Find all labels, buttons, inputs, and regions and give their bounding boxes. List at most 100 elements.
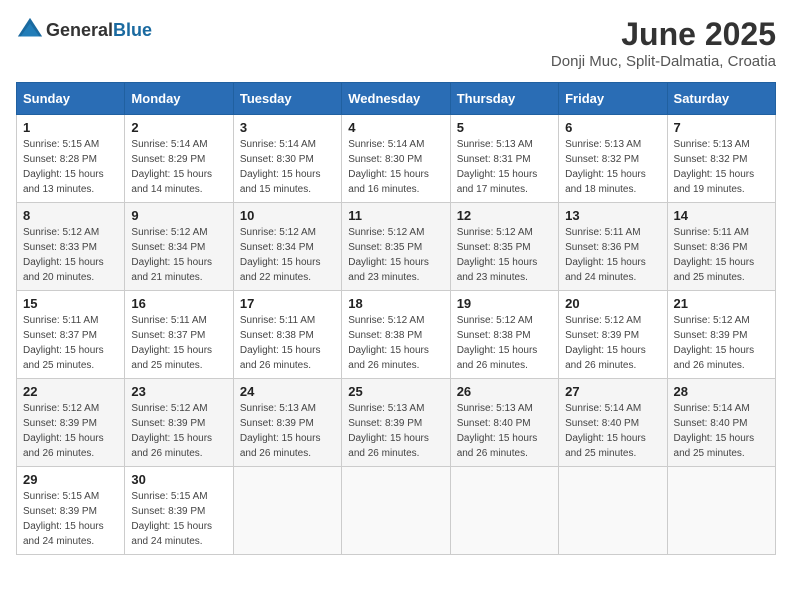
sunrise-text: Sunrise: 5:11 AM xyxy=(674,225,769,240)
sunset-text: Sunset: 8:38 PM xyxy=(240,328,335,343)
day-number: 11 xyxy=(348,208,443,223)
table-row: 16Sunrise: 5:11 AMSunset: 8:37 PMDayligh… xyxy=(125,291,233,379)
day-detail: Sunrise: 5:11 AMSunset: 8:38 PMDaylight:… xyxy=(240,313,335,373)
sunrise-text: Sunrise: 5:13 AM xyxy=(457,401,552,416)
table-row: 28Sunrise: 5:14 AMSunset: 8:40 PMDayligh… xyxy=(667,379,775,467)
sunset-text: Sunset: 8:32 PM xyxy=(565,152,660,167)
sunrise-text: Sunrise: 5:12 AM xyxy=(131,225,226,240)
table-row: 7Sunrise: 5:13 AMSunset: 8:32 PMDaylight… xyxy=(667,115,775,203)
daylight-text: Daylight: 15 hours xyxy=(348,343,443,358)
daylight-text: Daylight: 15 hours xyxy=(457,255,552,270)
sunset-text: Sunset: 8:40 PM xyxy=(565,416,660,431)
logo: GeneralBlue xyxy=(16,16,152,44)
table-row: 23Sunrise: 5:12 AMSunset: 8:39 PMDayligh… xyxy=(125,379,233,467)
day-number: 14 xyxy=(674,208,769,223)
sunset-text: Sunset: 8:39 PM xyxy=(131,416,226,431)
sunset-text: Sunset: 8:36 PM xyxy=(565,240,660,255)
sunset-text: Sunset: 8:35 PM xyxy=(348,240,443,255)
day-detail: Sunrise: 5:12 AMSunset: 8:39 PMDaylight:… xyxy=(674,313,769,373)
table-row xyxy=(559,467,667,555)
day-number: 29 xyxy=(23,472,118,487)
daylight-minutes-text: and 23 minutes. xyxy=(457,270,552,285)
table-row: 2Sunrise: 5:14 AMSunset: 8:29 PMDaylight… xyxy=(125,115,233,203)
table-row: 4Sunrise: 5:14 AMSunset: 8:30 PMDaylight… xyxy=(342,115,450,203)
day-detail: Sunrise: 5:13 AMSunset: 8:32 PMDaylight:… xyxy=(674,137,769,197)
day-number: 26 xyxy=(457,384,552,399)
daylight-text: Daylight: 15 hours xyxy=(565,167,660,182)
sunrise-text: Sunrise: 5:13 AM xyxy=(240,401,335,416)
sunrise-text: Sunrise: 5:11 AM xyxy=(240,313,335,328)
sunset-text: Sunset: 8:28 PM xyxy=(23,152,118,167)
header: GeneralBlue June 2025 Donji Muc, Split-D… xyxy=(16,16,776,70)
month-title: June 2025 xyxy=(551,16,776,53)
daylight-minutes-text: and 17 minutes. xyxy=(457,182,552,197)
daylight-text: Daylight: 15 hours xyxy=(674,431,769,446)
daylight-text: Daylight: 15 hours xyxy=(131,519,226,534)
sunrise-text: Sunrise: 5:12 AM xyxy=(131,401,226,416)
daylight-text: Daylight: 15 hours xyxy=(23,431,118,446)
day-detail: Sunrise: 5:14 AMSunset: 8:29 PMDaylight:… xyxy=(131,137,226,197)
table-row: 22Sunrise: 5:12 AMSunset: 8:39 PMDayligh… xyxy=(17,379,125,467)
day-number: 13 xyxy=(565,208,660,223)
table-row xyxy=(233,467,341,555)
daylight-minutes-text: and 26 minutes. xyxy=(23,446,118,461)
daylight-text: Daylight: 15 hours xyxy=(23,167,118,182)
sunset-text: Sunset: 8:39 PM xyxy=(23,504,118,519)
table-row: 13 Sunrise: 5:11 AMSunset: 8:36 PMDayligh… xyxy=(559,203,667,291)
daylight-minutes-text: and 14 minutes. xyxy=(131,182,226,197)
day-detail: Sunrise: 5:12 AMSunset: 8:39 PMDaylight:… xyxy=(131,401,226,461)
day-number: 1 xyxy=(23,120,118,135)
daylight-minutes-text: and 24 minutes. xyxy=(131,534,226,549)
sunrise-text: Sunrise: 5:15 AM xyxy=(23,489,118,504)
daylight-text: Daylight: 15 hours xyxy=(240,343,335,358)
sunset-text: Sunset: 8:33 PM xyxy=(23,240,118,255)
daylight-text: Daylight: 15 hours xyxy=(240,167,335,182)
day-number: 3 xyxy=(240,120,335,135)
sunrise-text: Sunrise: 5:12 AM xyxy=(23,401,118,416)
daylight-text: Daylight: 15 hours xyxy=(565,255,660,270)
table-row: 17Sunrise: 5:11 AMSunset: 8:38 PMDayligh… xyxy=(233,291,341,379)
table-row: 14Sunrise: 5:11 AMSunset: 8:36 PMDayligh… xyxy=(667,203,775,291)
day-number: 12 xyxy=(457,208,552,223)
daylight-text: Daylight: 15 hours xyxy=(131,255,226,270)
daylight-minutes-text: and 25 minutes. xyxy=(131,358,226,373)
day-number: 20 xyxy=(565,296,660,311)
day-number: 19 xyxy=(457,296,552,311)
table-row: 19Sunrise: 5:12 AMSunset: 8:38 PMDayligh… xyxy=(450,291,558,379)
sunset-text: Sunset: 8:37 PM xyxy=(23,328,118,343)
sunset-text: Sunset: 8:40 PM xyxy=(674,416,769,431)
sunrise-text: Sunrise: 5:12 AM xyxy=(457,313,552,328)
table-row: 30Sunrise: 5:15 AMSunset: 8:39 PMDayligh… xyxy=(125,467,233,555)
day-detail: Sunrise: 5:13 AMSunset: 8:31 PMDaylight:… xyxy=(457,137,552,197)
sunrise-text: Sunrise: 5:11 AM xyxy=(23,313,118,328)
table-row xyxy=(667,467,775,555)
daylight-text: Daylight: 15 hours xyxy=(23,519,118,534)
sunset-text: Sunset: 8:31 PM xyxy=(457,152,552,167)
daylight-minutes-text: and 23 minutes. xyxy=(348,270,443,285)
header-tuesday: Tuesday xyxy=(233,83,341,115)
daylight-minutes-text: and 21 minutes. xyxy=(131,270,226,285)
sunset-text: Sunset: 8:30 PM xyxy=(348,152,443,167)
day-detail: Sunrise: 5:13 AMSunset: 8:39 PMDaylight:… xyxy=(240,401,335,461)
daylight-minutes-text: and 26 minutes. xyxy=(131,446,226,461)
sunset-text: Sunset: 8:38 PM xyxy=(457,328,552,343)
daylight-minutes-text: and 19 minutes. xyxy=(674,182,769,197)
sunset-text: Sunset: 8:39 PM xyxy=(348,416,443,431)
day-number: 30 xyxy=(131,472,226,487)
table-row: 27Sunrise: 5:14 AMSunset: 8:40 PMDayligh… xyxy=(559,379,667,467)
day-detail: Sunrise: 5:12 AMSunset: 8:33 PMDaylight:… xyxy=(23,225,118,285)
daylight-minutes-text: and 26 minutes. xyxy=(457,358,552,373)
table-row: 1Sunrise: 5:15 AMSunset: 8:28 PMDaylight… xyxy=(17,115,125,203)
daylight-minutes-text: and 13 minutes. xyxy=(23,182,118,197)
day-detail: Sunrise: 5:11 AMSunset: 8:36 PMDaylight:… xyxy=(565,225,660,285)
day-detail: Sunrise: 5:12 AMSunset: 8:39 PMDaylight:… xyxy=(23,401,118,461)
day-number: 10 xyxy=(240,208,335,223)
day-detail: Sunrise: 5:11 AMSunset: 8:37 PMDaylight:… xyxy=(23,313,118,373)
calendar-week-row: 15Sunrise: 5:11 AMSunset: 8:37 PMDayligh… xyxy=(17,291,776,379)
daylight-text: Daylight: 15 hours xyxy=(23,255,118,270)
daylight-minutes-text: and 26 minutes. xyxy=(674,358,769,373)
daylight-minutes-text: and 24 minutes. xyxy=(565,270,660,285)
daylight-minutes-text: and 26 minutes. xyxy=(240,446,335,461)
table-row: 9Sunrise: 5:12 AMSunset: 8:34 PMDaylight… xyxy=(125,203,233,291)
daylight-minutes-text: and 26 minutes. xyxy=(240,358,335,373)
